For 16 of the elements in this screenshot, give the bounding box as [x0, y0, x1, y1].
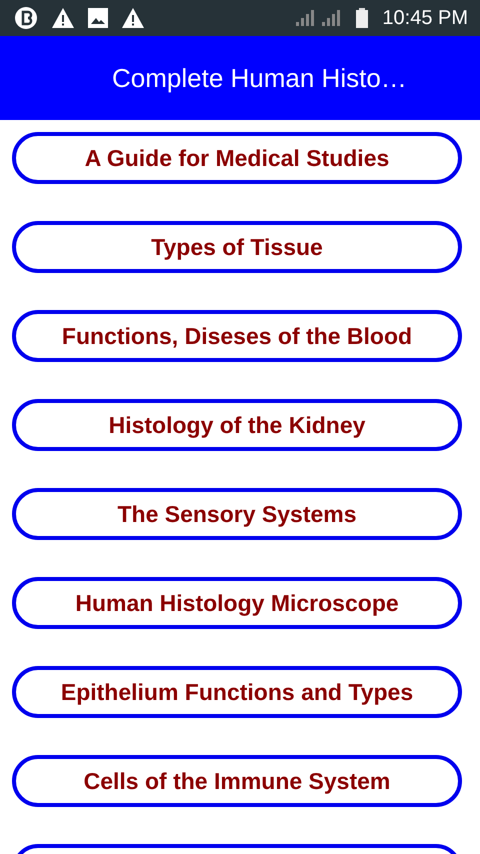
app-notification-icon	[14, 6, 38, 30]
topic-button[interactable]: Functions, Diseses of the Blood	[12, 310, 462, 362]
signal-icon	[296, 10, 342, 26]
topic-button[interactable]: Human Histology Microscope	[12, 577, 462, 629]
image-icon	[88, 8, 108, 28]
topic-button[interactable]: Histology of the Kidney	[12, 399, 462, 451]
app-title: Complete Human Histo…	[112, 62, 407, 94]
topic-button[interactable]: The Sensory Systems	[12, 488, 462, 540]
battery-icon	[356, 8, 368, 28]
topic-button[interactable]: Epithelium Functions and Types	[12, 666, 462, 718]
topic-button[interactable]: A Guide for Medical Studies	[12, 132, 462, 184]
warning-icon	[122, 8, 144, 28]
topic-button[interactable]: Cells of the Immune System	[12, 755, 462, 807]
topic-button[interactable]: Types of Tissue	[12, 221, 462, 273]
warning-icon	[52, 8, 74, 28]
status-time: 10:45 PM	[382, 6, 468, 30]
